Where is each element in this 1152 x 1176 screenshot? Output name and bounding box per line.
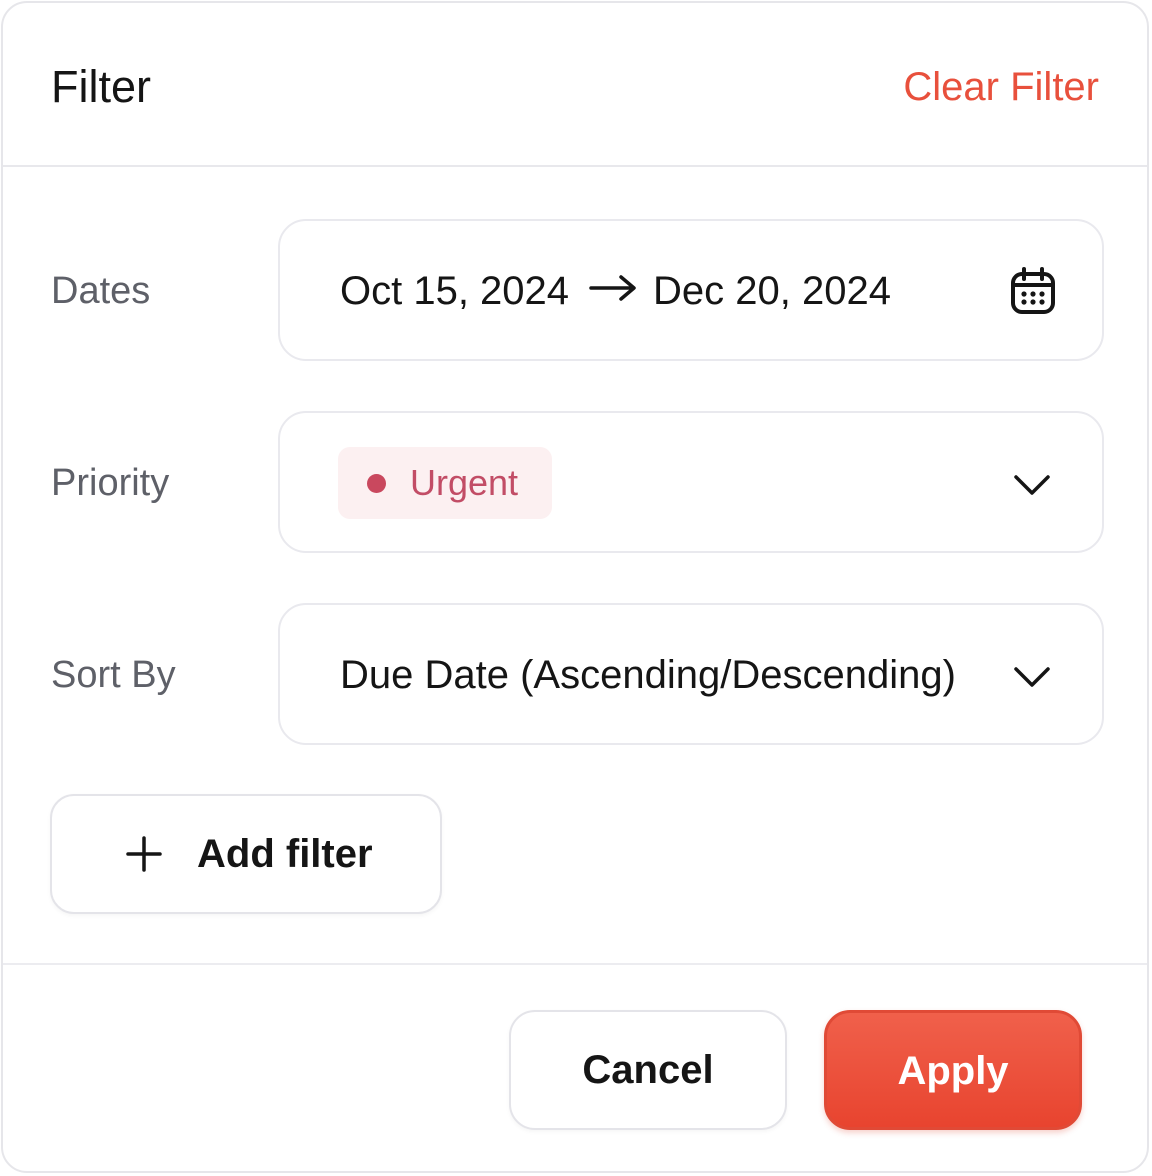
status-dot-icon bbox=[367, 474, 386, 493]
priority-badge-label: Urgent bbox=[410, 462, 519, 503]
date-range-field[interactable]: Oct 15, 2024 Dec 20, 2024 bbox=[278, 219, 1104, 361]
plus-icon bbox=[126, 836, 162, 872]
priority-label: Priority bbox=[51, 462, 170, 504]
filter-header: Filter Clear Filter bbox=[3, 3, 1147, 167]
add-filter-label: Add filter bbox=[197, 832, 373, 876]
chevron-down-icon[interactable] bbox=[1012, 465, 1052, 505]
sort-by-label: Sort By bbox=[51, 654, 176, 696]
cancel-button[interactable]: Cancel bbox=[509, 1010, 787, 1130]
clear-filter-link[interactable]: Clear Filter bbox=[903, 61, 1099, 113]
apply-button[interactable]: Apply bbox=[824, 1010, 1082, 1130]
date-start: Oct 15, 2024 bbox=[340, 269, 570, 313]
priority-badge: Urgent bbox=[338, 447, 553, 519]
panel-title: Filter bbox=[51, 61, 151, 112]
priority-select[interactable]: Urgent bbox=[278, 411, 1104, 553]
sort-by-value: Due Date (Ascending/Descending) bbox=[340, 653, 956, 697]
chevron-down-icon[interactable] bbox=[1012, 657, 1052, 697]
arrow-right-icon bbox=[589, 265, 637, 313]
calendar-icon[interactable] bbox=[1010, 267, 1056, 315]
footer-divider bbox=[3, 963, 1147, 965]
sort-by-select[interactable]: Due Date (Ascending/Descending) bbox=[278, 603, 1104, 745]
date-range-value: Oct 15, 2024 Dec 20, 2024 bbox=[340, 267, 891, 317]
add-filter-button[interactable]: Add filter bbox=[50, 794, 442, 914]
dates-label: Dates bbox=[51, 270, 151, 312]
filter-panel: Filter Clear Filter Dates Oct 15, 2024 De… bbox=[1, 1, 1149, 1173]
date-end: Dec 20, 2024 bbox=[653, 269, 891, 313]
